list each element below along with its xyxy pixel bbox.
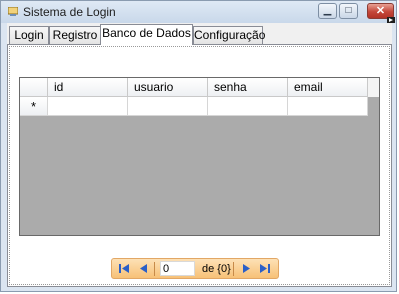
move-last-button[interactable] (258, 262, 272, 275)
app-window: Sistema de Login ▁ □ ✕ Login Registro Ba… (0, 0, 397, 292)
data-grid[interactable]: id usuario senha email * (19, 77, 380, 236)
maximize-button[interactable]: □ (339, 3, 358, 19)
client-area: Login Registro Banco de Dados Configuraç… (7, 23, 392, 287)
tab-banco-de-dados[interactable]: Banco de Dados (100, 24, 193, 45)
cell-id[interactable] (48, 97, 128, 116)
tab-login[interactable]: Login (9, 26, 49, 44)
close-icon: ✕ (375, 4, 386, 17)
binding-navigator: de {0} (111, 258, 279, 279)
move-previous-button[interactable] (136, 262, 150, 275)
column-header-id[interactable]: id (48, 78, 128, 97)
tab-registro[interactable]: Registro (49, 26, 101, 44)
cell-email[interactable] (288, 97, 368, 116)
last-icon (260, 264, 270, 273)
title-bar[interactable]: Sistema de Login ▁ □ ✕ (1, 1, 396, 23)
column-header-senha[interactable]: senha (208, 78, 288, 97)
cell-senha[interactable] (208, 97, 288, 116)
tab-label: Configuração (194, 28, 266, 42)
navigator-separator (233, 262, 234, 276)
tab-panel-banco-de-dados: id usuario senha email * 0 de {0} (7, 44, 392, 287)
column-header-usuario[interactable]: usuario (128, 78, 208, 97)
navigator-separator (154, 262, 155, 276)
prev-icon (139, 264, 147, 273)
minimize-icon: ▁ (323, 5, 332, 16)
count-label: de {0} (202, 263, 231, 275)
next-icon (242, 264, 250, 273)
move-next-button[interactable] (239, 262, 253, 275)
tab-label: Login (14, 28, 44, 42)
column-header-email[interactable]: email (288, 78, 368, 97)
cell-usuario[interactable] (128, 97, 208, 116)
tab-label: Registro (52, 28, 98, 42)
move-first-button[interactable] (117, 262, 131, 275)
first-icon (119, 264, 129, 273)
tab-strip: Login Registro Banco de Dados Configuraç… (7, 24, 392, 45)
position-input[interactable] (160, 261, 195, 276)
app-icon (8, 7, 18, 16)
grid-corner[interactable] (20, 78, 48, 97)
tab-label: Banco de Dados (102, 26, 191, 40)
new-row: * (20, 97, 379, 116)
grid-header: id usuario senha email (20, 78, 379, 97)
window-resize-grip-icon[interactable] (387, 17, 395, 23)
tab-configuracao[interactable]: Configuração (193, 26, 266, 44)
window-title: Sistema de Login (23, 5, 116, 19)
new-row-marker[interactable]: * (20, 97, 48, 116)
maximize-icon: □ (345, 5, 352, 16)
minimize-button[interactable]: ▁ (318, 3, 337, 19)
